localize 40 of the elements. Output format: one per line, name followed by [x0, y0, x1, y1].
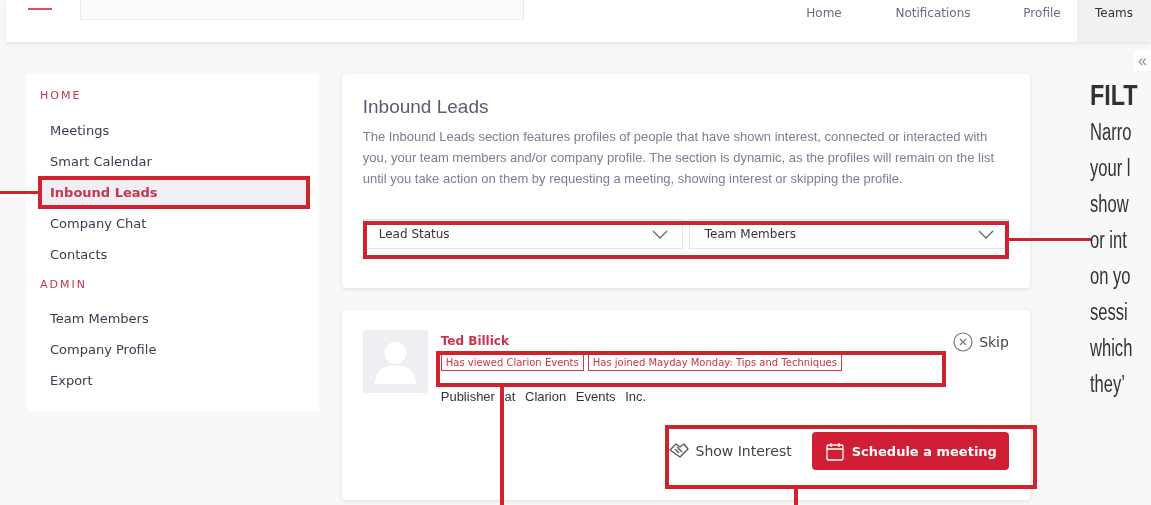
callout-text: which — [1089, 334, 1134, 363]
section-heading: HOME — [39, 89, 83, 104]
callout-text: your l — [1089, 154, 1132, 183]
sidebar-item[interactable]: Export — [38, 365, 307, 396]
close-icon — [953, 332, 974, 352]
logo-icon — [28, 7, 52, 11]
callout-text: they’ — [1089, 370, 1126, 399]
collapse-button[interactable]: « — [1134, 50, 1151, 71]
lead-name[interactable]: Ted Billick — [440, 334, 954, 348]
show-interest-button[interactable]: Show Interest — [667, 441, 792, 461]
chevron-down-icon — [977, 229, 994, 239]
sidebar-item[interactable]: Team Members — [38, 303, 307, 334]
page-title: Inbound Leads — [362, 96, 490, 118]
sidebar-item[interactable]: Company Chat — [38, 207, 307, 239]
callout-text: or int — [1089, 226, 1128, 255]
chevron-down-icon — [651, 229, 668, 239]
lead-position: Publisher at Clarion Events Inc. — [440, 389, 648, 404]
sidebar-item[interactable]: Company Profile — [38, 334, 307, 365]
callout-text: Narro — [1089, 118, 1133, 147]
filter-dropdown[interactable]: Team Members — [688, 219, 1009, 249]
nav-tab[interactable]: Teams — [1077, 0, 1151, 42]
section-heading: ADMIN — [39, 277, 88, 293]
nav-tab[interactable]: Notifications — [859, 0, 1007, 36]
skip-button[interactable]: Skip — [953, 332, 1009, 352]
calendar-icon — [825, 441, 844, 461]
sidebar-item[interactable]: Meetings — [38, 114, 307, 146]
callout-text: show — [1089, 190, 1130, 219]
callout-title: FILT — [1089, 78, 1138, 113]
leader-line — [0, 191, 38, 194]
schedule-meeting-button[interactable]: Schedule a meeting — [811, 432, 1009, 470]
nav-tab[interactable]: Profile — [1007, 0, 1077, 36]
sidebar-item[interactable]: Contacts — [38, 238, 307, 270]
description-text: The Inbound Leads section features profiles of people that have shown interest, connected or interacted with you, your team members and/or company profile. The section is dynamic, as the profiles will remain on the list until you take action on them by requesting a meeting, showing interest or skipping the profile. — [362, 128, 995, 188]
nav-tab[interactable]: Home — [789, 0, 859, 36]
callout-text: on yo — [1089, 262, 1132, 291]
activity-tag: Has joined Mayday Monday: Tips and Techniques — [587, 354, 842, 371]
callout-text: sessi — [1089, 298, 1129, 327]
activity-tag: Has viewed Clarion Events — [440, 354, 584, 371]
filter-dropdown[interactable]: Lead Status — [362, 219, 683, 249]
sidebar-item[interactable]: Smart Calendar — [38, 145, 307, 177]
